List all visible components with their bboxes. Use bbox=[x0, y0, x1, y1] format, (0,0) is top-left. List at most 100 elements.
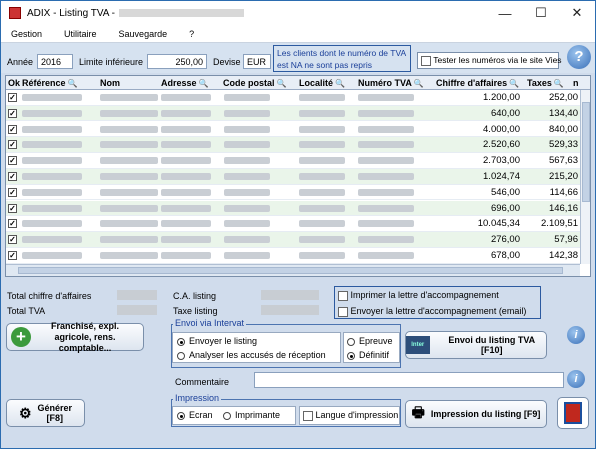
radio-icon bbox=[177, 411, 185, 420]
table-row[interactable]: ✓ 1.200,00 252,00 bbox=[6, 90, 580, 106]
table-row[interactable]: ✓ 276,00 57,96 bbox=[6, 232, 580, 248]
row-checkbox[interactable]: ✓ bbox=[8, 108, 17, 118]
blurred-cell bbox=[22, 157, 82, 165]
impression-listing-button[interactable]: 🖶 Impression du listing [F9] bbox=[405, 400, 547, 428]
exit-button[interactable] bbox=[557, 397, 589, 429]
row-checkbox[interactable]: ✓ bbox=[8, 187, 17, 197]
search-icon: 🔍 bbox=[413, 79, 424, 88]
test-vies-checkbox[interactable]: Tester les numéros via le site Vies bbox=[417, 52, 562, 69]
col-localite[interactable]: Localité 🔍 bbox=[299, 77, 345, 89]
cell-chiffre-affaires: 678,00 bbox=[490, 250, 520, 261]
total-ca-label: Total chiffre d'affaires bbox=[7, 291, 92, 301]
definitif-radio[interactable]: Définitif bbox=[347, 350, 389, 360]
scroll-thumb[interactable] bbox=[18, 267, 563, 274]
col-taxes[interactable]: Taxes 🔍 bbox=[527, 77, 564, 89]
info-icon[interactable]: i bbox=[567, 370, 585, 388]
col-code-postal[interactable]: Code postal 🔍 bbox=[223, 77, 286, 89]
cell-taxes: 146,16 bbox=[548, 202, 578, 214]
col-numero-tva[interactable]: Numéro TVA 🔍 bbox=[358, 77, 424, 89]
info-icon[interactable]: i bbox=[567, 326, 585, 344]
blurred-cell bbox=[224, 173, 270, 180]
col-chiffre-affaires[interactable]: Chiffre d'affaires 🔍 bbox=[436, 77, 519, 89]
row-checkbox[interactable]: ✓ bbox=[8, 219, 17, 229]
row-checkbox[interactable]: ✓ bbox=[8, 172, 17, 181]
cell-chiffre-affaires: 1.200,00 bbox=[483, 92, 520, 103]
lettre-email-checkbox[interactable]: Envoyer la lettre d'accompagnement (emai… bbox=[338, 306, 526, 317]
annee-input[interactable]: 2016 bbox=[37, 54, 73, 69]
imprimante-radio[interactable]: Imprimante bbox=[223, 410, 280, 420]
maximize-button[interactable]: ☐ bbox=[523, 1, 559, 25]
lettre-checkbox[interactable]: Imprimer la lettre d'accompagnement bbox=[338, 290, 499, 301]
blurred-cell bbox=[358, 173, 414, 180]
ecran-radio[interactable]: Ecran bbox=[177, 410, 213, 420]
table-row[interactable]: ✓ 10.045,34 2.109,51 bbox=[6, 216, 580, 232]
epreuve-radio[interactable]: Epreuve bbox=[347, 336, 393, 346]
table-row[interactable]: ✓ 696,00 146,16 bbox=[6, 200, 580, 217]
blurred-cell bbox=[22, 141, 82, 149]
table-row[interactable]: ✓ 2.520,60 529,33 bbox=[6, 137, 580, 153]
blurred-cell bbox=[299, 94, 345, 101]
row-checkbox[interactable]: ✓ bbox=[8, 203, 17, 213]
col-n[interactable]: n bbox=[573, 77, 579, 89]
ca-listing-label: C.A. listing bbox=[173, 291, 217, 301]
row-checkbox[interactable]: ✓ bbox=[8, 251, 17, 260]
blurred-cell bbox=[100, 236, 158, 244]
blurred-cell bbox=[161, 204, 211, 212]
langue-checkbox[interactable]: Langue d'impression bbox=[303, 410, 398, 421]
table-row[interactable]: ✓ 4.000,00 840,00 bbox=[6, 122, 580, 138]
blurred-cell bbox=[161, 220, 211, 228]
table-row[interactable]: ✓ 640,00 134,40 bbox=[6, 105, 580, 122]
blurred-cell bbox=[224, 94, 270, 101]
cell-chiffre-affaires: 2.520,60 bbox=[483, 139, 520, 151]
table-row[interactable]: ✓ 2.703,00 567,63 bbox=[6, 153, 580, 169]
search-icon: 🔍 bbox=[335, 79, 345, 88]
col-nom[interactable]: Nom bbox=[100, 77, 120, 89]
cell-taxes: 2.109,51 bbox=[541, 218, 578, 230]
help-icon[interactable]: ? bbox=[567, 45, 591, 69]
col-reference[interactable]: Référence 🔍 bbox=[22, 77, 78, 89]
envoyer-radio[interactable]: Envoyer le listing bbox=[177, 336, 257, 346]
menu-help[interactable]: ? bbox=[189, 29, 194, 39]
radio-icon bbox=[223, 411, 231, 420]
ca-listing-value bbox=[261, 290, 319, 300]
blurred-cell bbox=[358, 236, 414, 244]
table-row[interactable]: ✓ 546,00 114,66 bbox=[6, 185, 580, 201]
row-checkbox[interactable]: ✓ bbox=[8, 124, 17, 134]
col-adresse[interactable]: Adresse 🔍 bbox=[161, 77, 209, 89]
add-icon: + bbox=[11, 327, 31, 347]
blurred-cell bbox=[224, 236, 270, 244]
scroll-thumb[interactable] bbox=[582, 102, 590, 202]
total-tva-value bbox=[117, 305, 157, 315]
cell-chiffre-affaires: 640,00 bbox=[490, 107, 520, 119]
menu-sauvegarde[interactable]: Sauvegarde bbox=[119, 29, 168, 39]
vertical-scrollbar[interactable] bbox=[580, 90, 590, 264]
envoi-listing-button[interactable]: Inter Envoi du listing TVA [F10] bbox=[405, 331, 547, 359]
close-button[interactable]: ✕ bbox=[559, 1, 595, 25]
row-checkbox[interactable]: ✓ bbox=[8, 93, 17, 102]
impression-title: Impression bbox=[173, 393, 222, 403]
commentaire-input[interactable] bbox=[254, 372, 564, 388]
row-checkbox[interactable]: ✓ bbox=[8, 140, 17, 150]
cell-chiffre-affaires: 10.045,34 bbox=[477, 218, 520, 230]
menu-utilitaire[interactable]: Utilitaire bbox=[64, 29, 97, 39]
blurred-cell bbox=[100, 141, 158, 149]
col-ok[interactable]: Ok bbox=[8, 77, 20, 89]
limite-input[interactable]: 250,00 bbox=[147, 54, 207, 69]
table-row[interactable]: ✓ 1.024,74 215,20 bbox=[6, 169, 580, 185]
menu-gestion[interactable]: Gestion bbox=[11, 29, 42, 39]
total-ca-value bbox=[117, 290, 157, 300]
generer-button[interactable]: ⚙ Générer [F8] bbox=[6, 399, 85, 427]
analyser-radio[interactable]: Analyser les accusés de réception bbox=[177, 350, 326, 360]
search-icon: 🔍 bbox=[509, 79, 520, 88]
minimize-button[interactable]: — bbox=[487, 1, 523, 25]
printer-icon: 🖶 bbox=[411, 404, 425, 420]
devise-input[interactable]: EUR bbox=[243, 54, 271, 69]
table-row[interactable]: ✓ 678,00 142,38 bbox=[6, 248, 580, 264]
blurred-cell bbox=[22, 236, 82, 244]
cell-chiffre-affaires: 2.703,00 bbox=[483, 155, 520, 167]
row-checkbox[interactable]: ✓ bbox=[8, 235, 17, 245]
blurred-cell bbox=[358, 94, 414, 101]
horizontal-scrollbar[interactable] bbox=[6, 264, 580, 276]
row-checkbox[interactable]: ✓ bbox=[8, 156, 17, 166]
franchise-button[interactable]: + Franchisé, expl. agricole, rens. compt… bbox=[6, 321, 144, 353]
